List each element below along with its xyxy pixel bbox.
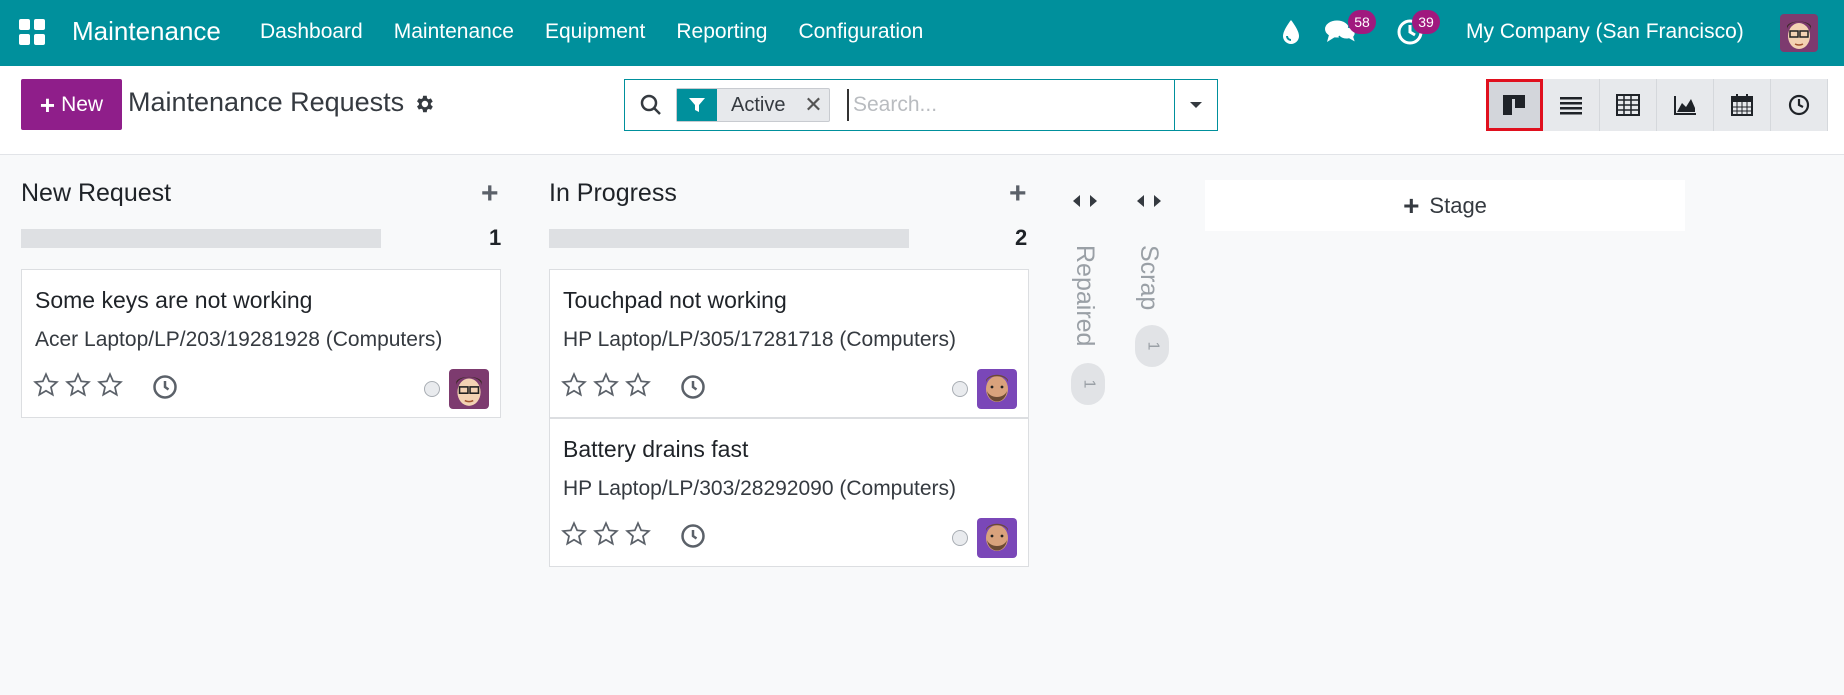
- new-button[interactable]: + New: [21, 79, 122, 130]
- activity-clock-icon[interactable]: [680, 374, 706, 405]
- kanban-card[interactable]: Battery drains fast HP Laptop/LP/303/282…: [549, 418, 1029, 567]
- list-icon: [1560, 97, 1582, 115]
- apps-menu-icon[interactable]: [19, 19, 45, 45]
- priority-stars: [561, 521, 657, 547]
- facet-label: Active: [731, 94, 786, 116]
- folded-column-count: 1: [1135, 325, 1169, 367]
- star-icon[interactable]: [593, 372, 619, 398]
- assignee-avatar[interactable]: [449, 369, 489, 409]
- activity-view-button[interactable]: [1771, 79, 1828, 131]
- column-count: 2: [1015, 225, 1028, 250]
- search-icon[interactable]: [639, 93, 663, 122]
- star-icon[interactable]: [625, 372, 651, 398]
- column-count: 1: [489, 225, 502, 250]
- star-icon[interactable]: [33, 372, 59, 398]
- add-stage-label: Stage: [1429, 192, 1487, 218]
- list-view-button[interactable]: [1543, 79, 1600, 131]
- assignee-avatar[interactable]: [977, 518, 1017, 558]
- column-title: New Request: [21, 179, 172, 207]
- page-title: Maintenance Requests: [128, 87, 405, 117]
- column-progress-bar[interactable]: [21, 229, 381, 248]
- activity-clock-icon[interactable]: [680, 523, 706, 554]
- menu-item-equipment[interactable]: Equipment: [545, 20, 645, 44]
- search-options-toggle[interactable]: [1174, 80, 1217, 130]
- activities-badge: 39: [1412, 10, 1440, 34]
- droplet-icon[interactable]: [1280, 18, 1302, 51]
- star-icon[interactable]: [561, 372, 587, 398]
- clock-icon: [1788, 94, 1810, 116]
- search-input[interactable]: [847, 89, 1167, 121]
- app-brand[interactable]: Maintenance: [72, 16, 221, 47]
- quick-create-plus-icon[interactable]: +: [1009, 177, 1027, 211]
- card-title: Some keys are not working: [35, 287, 313, 313]
- menu-item-maintenance[interactable]: Maintenance: [394, 20, 514, 44]
- star-icon[interactable]: [561, 521, 587, 547]
- folded-count-value: 1: [1144, 341, 1161, 351]
- company-switcher[interactable]: My Company (San Francisco): [1466, 20, 1744, 44]
- menu-item-dashboard[interactable]: Dashboard: [260, 20, 363, 44]
- add-stage-button[interactable]: + Stage: [1205, 180, 1685, 231]
- main-menu: Dashboard Maintenance Equipment Reportin…: [260, 20, 954, 44]
- card-title: Battery drains fast: [563, 436, 749, 462]
- close-icon[interactable]: ✕: [797, 89, 829, 121]
- messages-badge: 58: [1348, 10, 1376, 34]
- area-chart-icon: [1674, 96, 1696, 115]
- star-icon[interactable]: [593, 521, 619, 547]
- control-panel: + New Maintenance Requests Active ✕: [0, 66, 1844, 155]
- kanban-view-button[interactable]: [1486, 79, 1543, 131]
- kanban-state-dot[interactable]: [952, 530, 968, 546]
- card-title: Touchpad not working: [563, 287, 787, 313]
- folded-count-value: 1: [1080, 379, 1097, 389]
- folded-column-count: 1: [1071, 363, 1105, 405]
- star-icon[interactable]: [97, 372, 123, 398]
- card-equipment: HP Laptop/LP/303/28292090 (Computers): [563, 477, 957, 500]
- card-equipment: HP Laptop/LP/305/17281718 (Computers): [563, 328, 957, 351]
- new-button-label: New: [61, 92, 104, 116]
- folded-column-title: Repaired: [1071, 245, 1099, 347]
- star-icon[interactable]: [65, 372, 91, 398]
- pivot-view-button[interactable]: [1600, 79, 1657, 131]
- quick-create-plus-icon[interactable]: +: [481, 177, 499, 211]
- kanban-icon: [1503, 95, 1525, 115]
- filter-icon: [677, 89, 717, 121]
- folded-column-title: Scrap: [1135, 245, 1163, 311]
- menu-item-configuration[interactable]: Configuration: [798, 20, 923, 44]
- caret-down-icon: [1190, 102, 1202, 108]
- top-navbar: Maintenance Dashboard Maintenance Equipm…: [0, 0, 1844, 66]
- table-icon: [1616, 94, 1640, 116]
- calendar-icon: [1731, 94, 1753, 116]
- kanban-card[interactable]: Some keys are not working Acer Laptop/LP…: [21, 269, 501, 418]
- search-facet: Active ✕: [676, 88, 831, 122]
- column-progress-bar[interactable]: [549, 229, 909, 248]
- expand-arrows-icon[interactable]: [1072, 193, 1098, 214]
- search-bar: Active ✕: [624, 79, 1218, 131]
- priority-stars: [33, 372, 129, 398]
- kanban-state-dot[interactable]: [952, 381, 968, 397]
- kanban-state-dot[interactable]: [424, 381, 440, 397]
- user-avatar[interactable]: [1780, 14, 1818, 52]
- plus-icon: +: [39, 89, 56, 120]
- view-switcher: [1486, 79, 1828, 131]
- activity-clock-icon[interactable]: [152, 374, 178, 405]
- expand-arrows-icon[interactable]: [1136, 193, 1162, 214]
- star-icon[interactable]: [625, 521, 651, 547]
- kanban-card[interactable]: Touchpad not working HP Laptop/LP/305/17…: [549, 269, 1029, 418]
- calendar-view-button[interactable]: [1714, 79, 1771, 131]
- folded-column-scrap[interactable]: Scrap 1: [1130, 155, 1170, 405]
- plus-icon: +: [1403, 189, 1420, 221]
- column-title: In Progress: [549, 179, 677, 207]
- folded-column-repaired[interactable]: Repaired 1: [1066, 155, 1106, 405]
- gear-icon[interactable]: [413, 93, 435, 120]
- card-equipment: Acer Laptop/LP/203/19281928 (Computers): [35, 328, 443, 351]
- assignee-avatar[interactable]: [977, 369, 1017, 409]
- graph-view-button[interactable]: [1657, 79, 1714, 131]
- priority-stars: [561, 372, 657, 398]
- menu-item-reporting[interactable]: Reporting: [676, 20, 767, 44]
